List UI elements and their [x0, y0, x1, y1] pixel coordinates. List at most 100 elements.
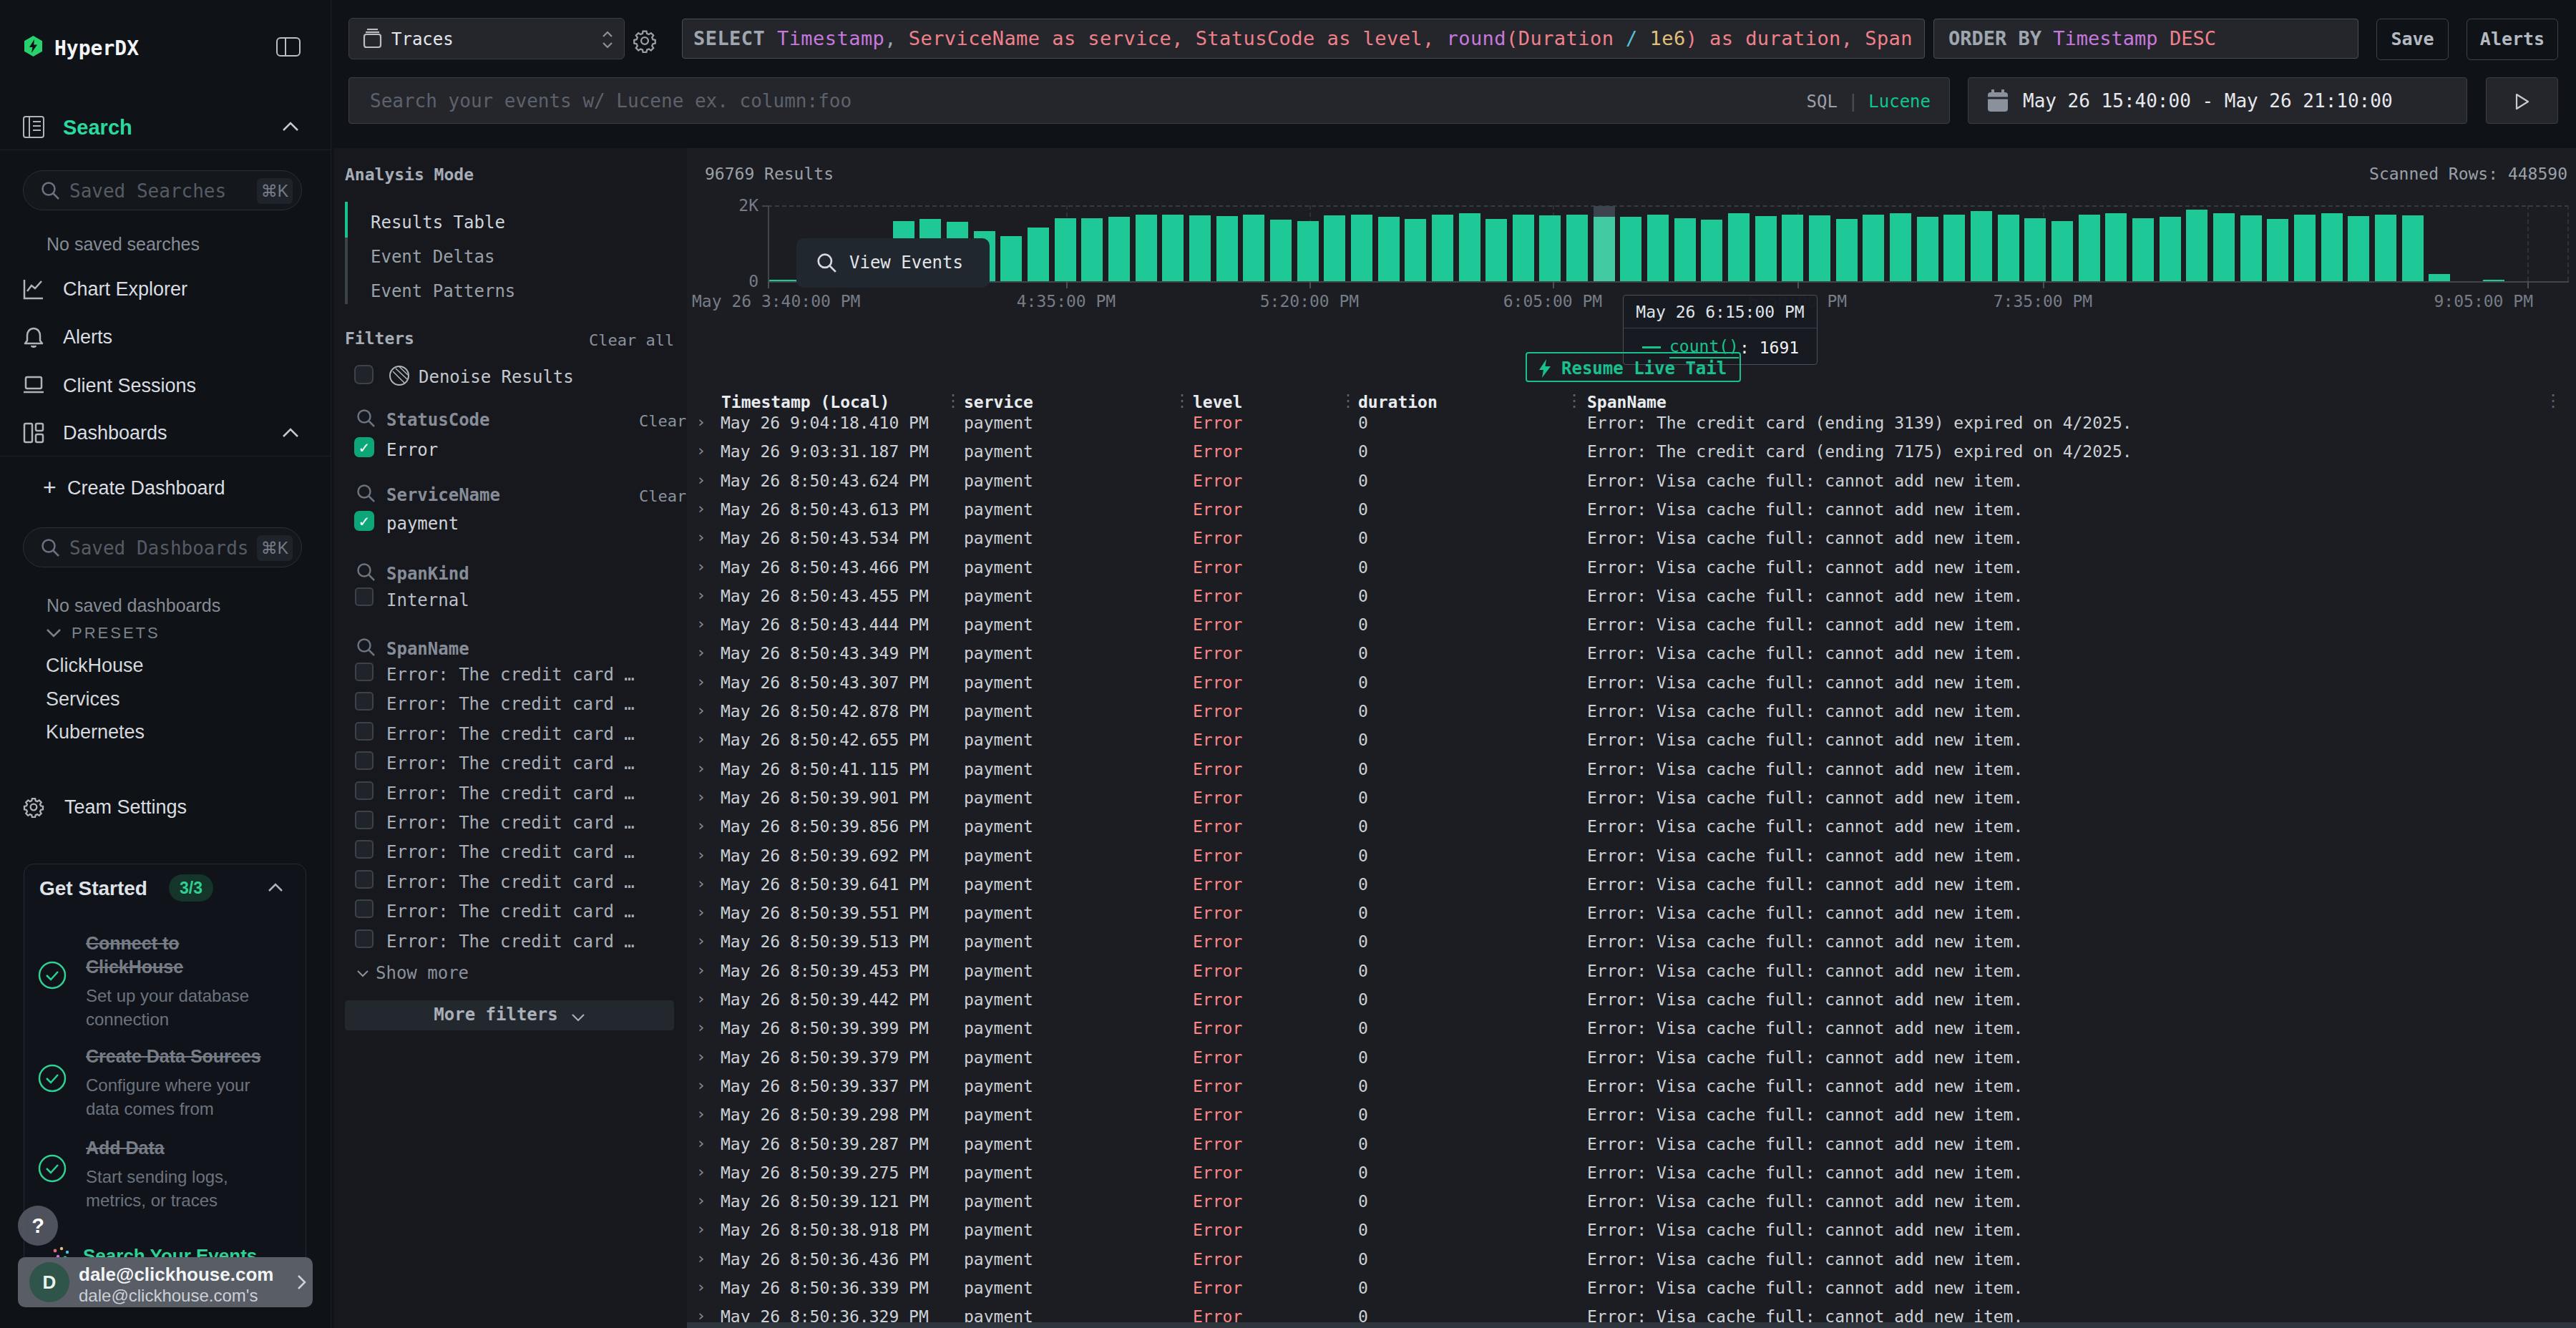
table-row[interactable]: › May 26 8:50:39.337 PM payment Error 0 …: [687, 1070, 2576, 1099]
row-expand-chevron[interactable]: ›: [696, 730, 706, 748]
analysis-mode-results-table[interactable]: Results Table: [371, 213, 505, 233]
bar[interactable]: [2105, 213, 2127, 281]
row-expand-chevron[interactable]: ›: [696, 528, 706, 546]
row-expand-chevron[interactable]: ›: [696, 932, 706, 949]
table-row[interactable]: › May 26 8:50:39.901 PM payment Error 0 …: [687, 782, 2576, 811]
bar[interactable]: [1189, 215, 1211, 281]
bar[interactable]: [1432, 215, 1453, 281]
analysis-mode-event-patterns[interactable]: Event Patterns: [371, 281, 515, 301]
row-expand-chevron[interactable]: ›: [696, 759, 706, 777]
table-row[interactable]: › May 26 8:50:36.436 PM payment Error 0 …: [687, 1244, 2576, 1272]
bar[interactable]: [1324, 215, 1345, 281]
bar[interactable]: [2375, 215, 2396, 281]
bar[interactable]: [1055, 218, 1076, 281]
bar[interactable]: [1405, 219, 1426, 281]
search-icon[interactable]: [356, 409, 376, 428]
bar[interactable]: [2051, 221, 2073, 281]
bar[interactable]: [1674, 218, 1696, 281]
spanname-option-label[interactable]: Error: The credit card …: [386, 902, 637, 922]
bar[interactable]: [1108, 217, 1130, 281]
bar[interactable]: [1028, 228, 1049, 281]
search-icon[interactable]: [356, 638, 376, 657]
spanname-option-checkbox[interactable]: [355, 840, 374, 859]
table-row[interactable]: › May 26 8:50:39.641 PM payment Error 0 …: [687, 869, 2576, 897]
row-expand-chevron[interactable]: ›: [696, 816, 706, 834]
bar[interactable]: [1943, 215, 1965, 281]
table-row[interactable]: › May 26 8:50:39.551 PM payment Error 0 …: [687, 897, 2576, 926]
sidebar-item-search[interactable]: Search: [63, 116, 132, 140]
bar[interactable]: [1513, 215, 1534, 281]
row-expand-chevron[interactable]: ›: [696, 874, 706, 892]
row-expand-chevron[interactable]: ›: [696, 586, 706, 604]
row-expand-chevron[interactable]: ›: [696, 615, 706, 633]
row-expand-chevron[interactable]: ›: [696, 961, 706, 979]
spanname-option-label[interactable]: Error: The credit card …: [386, 694, 637, 714]
bar[interactable]: [2132, 218, 2154, 281]
spanname-option-label[interactable]: Error: The credit card …: [386, 783, 637, 804]
bar[interactable]: [1539, 215, 1561, 281]
bar[interactable]: [1863, 215, 1884, 281]
search-section-chevron-up-icon[interactable]: [282, 122, 299, 132]
row-expand-chevron[interactable]: ›: [696, 643, 706, 661]
sidebar-item-chart-explorer[interactable]: Chart Explorer: [63, 278, 187, 301]
source-selector[interactable]: Traces: [348, 18, 625, 59]
sidebar-item-alerts[interactable]: Alerts: [63, 326, 112, 348]
bar[interactable]: [1647, 215, 1669, 281]
collapse-sidebar-icon[interactable]: [276, 37, 301, 57]
spanname-option-checkbox[interactable]: [355, 751, 374, 770]
denoise-checkbox[interactable]: [354, 365, 374, 384]
row-expand-chevron[interactable]: ›: [696, 990, 706, 1007]
row-expand-chevron[interactable]: ›: [696, 1220, 706, 1238]
bar[interactable]: [1378, 217, 1400, 281]
order-by-editor[interactable]: ORDER BY Timestamp DESC: [1933, 19, 2358, 59]
bar[interactable]: [1485, 219, 1507, 281]
bar[interactable]: [1270, 220, 1292, 281]
user-menu[interactable]: D dale@clickhouse.com dale@clickhouse.co…: [18, 1257, 313, 1307]
sql-query-editor[interactable]: SELECT Timestamp, ServiceName as service…: [682, 19, 1925, 59]
bar[interactable]: [2186, 210, 2207, 281]
row-expand-chevron[interactable]: ›: [696, 471, 706, 489]
spanname-option-label[interactable]: Error: The credit card …: [386, 753, 637, 773]
statuscode-error-label[interactable]: Error: [386, 440, 438, 460]
show-more-button[interactable]: Show more: [376, 963, 469, 983]
table-row[interactable]: › May 26 8:50:43.444 PM payment Error 0 …: [687, 609, 2576, 638]
table-row[interactable]: › May 26 8:50:42.655 PM payment Error 0 …: [687, 724, 2576, 753]
row-expand-chevron[interactable]: ›: [696, 846, 706, 864]
table-row[interactable]: › May 26 9:03:31.187 PM payment Error 0 …: [687, 436, 2576, 464]
bar[interactable]: [1782, 215, 1803, 281]
table-row[interactable]: › May 26 9:04:18.410 PM payment Error 0 …: [687, 407, 2576, 436]
table-row[interactable]: › May 26 8:50:39.399 PM payment Error 0 …: [687, 1012, 2576, 1041]
table-row[interactable]: › May 26 8:50:39.692 PM payment Error 0 …: [687, 840, 2576, 869]
row-expand-chevron[interactable]: ›: [696, 1278, 706, 1296]
search-input[interactable]: Search your events w/ Lucene ex. column:…: [348, 77, 1950, 124]
sidebar-item-preset-clickhouse[interactable]: ClickHouse: [46, 655, 144, 677]
table-row[interactable]: › May 26 8:50:39.298 PM payment Error 0 …: [687, 1099, 2576, 1128]
row-expand-chevron[interactable]: ›: [696, 1249, 706, 1267]
bar[interactable]: [1728, 213, 1750, 281]
bar[interactable]: [2079, 215, 2100, 281]
row-expand-chevron[interactable]: ›: [696, 413, 706, 431]
bar[interactable]: [1971, 211, 1992, 281]
saved-dashboards-input[interactable]: Saved Dashboards ⌘K: [23, 527, 302, 567]
table-row[interactable]: › May 26 8:50:39.287 PM payment Error 0 …: [687, 1128, 2576, 1157]
spanname-option-label[interactable]: Error: The credit card …: [386, 813, 637, 833]
query-language-toggle[interactable]: SQL | Lucene: [1807, 92, 1931, 112]
spanname-option-checkbox[interactable]: [355, 929, 374, 948]
table-row[interactable]: › May 26 8:50:43.307 PM payment Error 0 …: [687, 667, 2576, 695]
row-expand-chevron[interactable]: ›: [696, 903, 706, 921]
sidebar-item-client-sessions[interactable]: Client Sessions: [63, 375, 196, 397]
presets-header[interactable]: PRESETS: [72, 624, 160, 643]
table-row[interactable]: › May 26 8:50:36.339 PM payment Error 0 …: [687, 1272, 2576, 1301]
table-row[interactable]: › May 26 8:50:39.442 PM payment Error 0 …: [687, 984, 2576, 1012]
spanname-option-label[interactable]: Error: The credit card …: [386, 842, 637, 862]
spanname-option-checkbox[interactable]: [355, 692, 374, 711]
create-dashboard-button[interactable]: Create Dashboard: [67, 477, 225, 499]
bar[interactable]: [1216, 216, 1238, 281]
table-row[interactable]: › May 26 8:50:39.856 PM payment Error 0 …: [687, 811, 2576, 839]
bar[interactable]: [2160, 217, 2181, 281]
table-row[interactable]: › May 26 8:50:43.349 PM payment Error 0 …: [687, 638, 2576, 666]
sidebar-item-preset-kubernetes[interactable]: Kubernetes: [46, 721, 145, 743]
row-expand-chevron[interactable]: ›: [696, 1048, 706, 1065]
source-settings-gear-icon[interactable]: [633, 29, 657, 53]
spankind-internal-label[interactable]: Internal: [386, 590, 469, 610]
